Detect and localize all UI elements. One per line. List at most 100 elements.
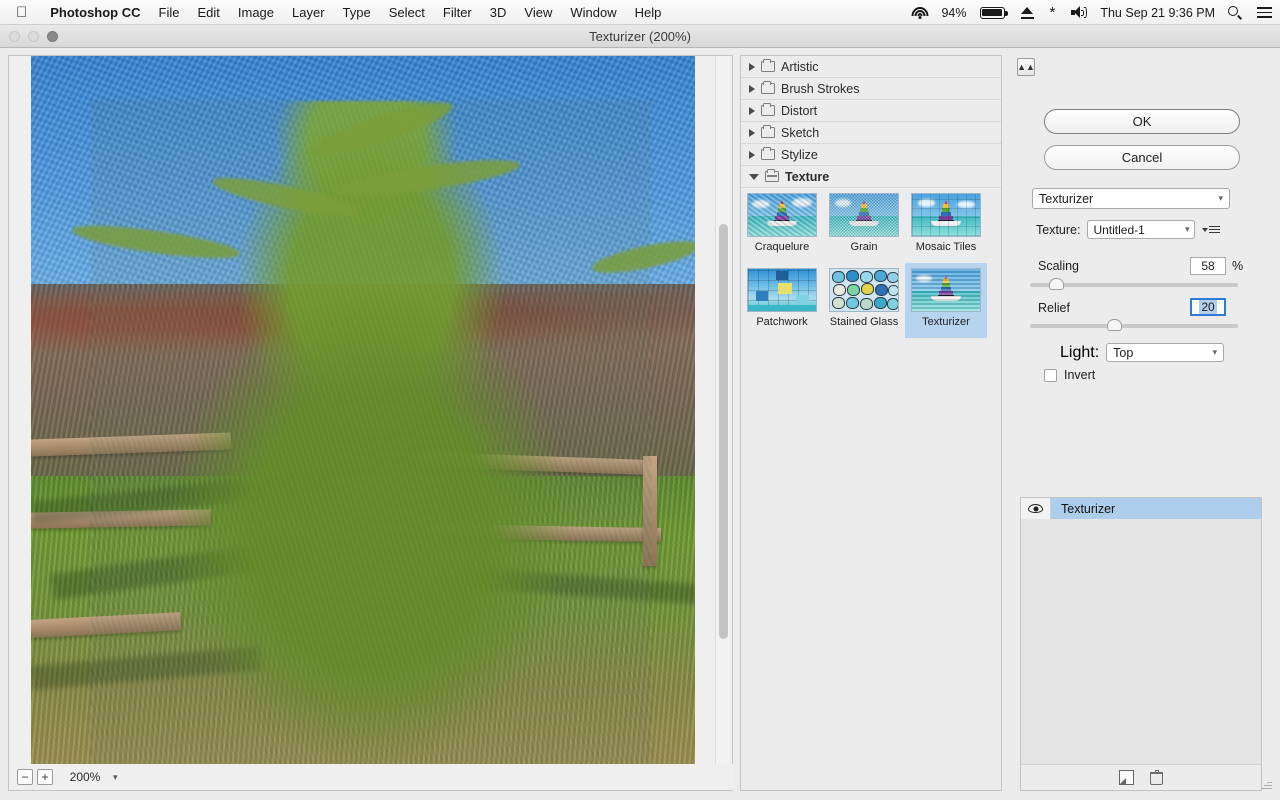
- minimize-button[interactable]: [28, 31, 39, 42]
- scaling-label: Scaling: [1038, 259, 1079, 273]
- invert-row[interactable]: Invert: [1044, 368, 1095, 382]
- folder-icon: [761, 102, 775, 116]
- chevron-right-icon[interactable]: [749, 84, 755, 93]
- filter-category-artistic[interactable]: Artistic: [741, 56, 1001, 78]
- bluetooth-icon[interactable]: *: [1042, 5, 1064, 20]
- light-dropdown[interactable]: Top ▾: [1106, 343, 1225, 362]
- chevron-right-icon[interactable]: [749, 106, 755, 115]
- filter-item-texturizer[interactable]: Texturizer: [905, 263, 987, 338]
- filter-thumbnail-grid: Craquelure Grain Mosaic Tiles Patchwork …: [741, 188, 1003, 338]
- menu-item-view[interactable]: View: [515, 5, 561, 20]
- filter-category-brush-strokes[interactable]: Brush Strokes: [741, 78, 1001, 100]
- menu-item-filter[interactable]: Filter: [434, 5, 481, 20]
- relief-slider[interactable]: [1030, 319, 1238, 333]
- visibility-eye-icon[interactable]: [1021, 498, 1051, 519]
- slider-thumb[interactable]: [1049, 278, 1065, 290]
- slider-thumb[interactable]: [1107, 319, 1123, 331]
- preview-scrollbar[interactable]: [715, 56, 730, 764]
- zoom-button[interactable]: [47, 31, 58, 42]
- new-effect-layer-icon[interactable]: [1119, 770, 1134, 785]
- window-resize-grip[interactable]: [1260, 778, 1272, 790]
- relief-label: Relief: [1038, 301, 1070, 315]
- filter-category-label: Texture: [785, 169, 830, 184]
- eject-icon[interactable]: [1013, 6, 1042, 19]
- filter-item-craquelure[interactable]: Craquelure: [741, 188, 823, 263]
- wifi-icon[interactable]: [903, 6, 936, 19]
- chevron-down-icon[interactable]: ▾: [113, 772, 118, 783]
- texture-dropdown[interactable]: Untitled-1 ▾: [1087, 220, 1196, 239]
- window-traffic-lights[interactable]: [9, 31, 58, 42]
- filter-thumbnail: [747, 193, 817, 237]
- filter-preview-image[interactable]: [31, 56, 695, 764]
- filter-category-stylize[interactable]: Stylize: [741, 144, 1001, 166]
- chevron-right-icon[interactable]: [749, 62, 755, 71]
- collapse-panel-icon[interactable]: ▲▲: [1017, 58, 1035, 76]
- filter-category-texture[interactable]: Texture: [741, 166, 1001, 188]
- filter-item-label: Texturizer: [922, 316, 970, 328]
- cancel-button[interactable]: Cancel: [1044, 145, 1240, 170]
- volume-icon[interactable]: [1063, 6, 1095, 19]
- trash-icon[interactable]: [1150, 770, 1163, 785]
- folder-open-icon: [765, 168, 779, 182]
- invert-label: Invert: [1064, 368, 1096, 382]
- notification-list-icon[interactable]: [1249, 7, 1280, 18]
- filter-item-label: Mosaic Tiles: [915, 241, 977, 253]
- battery-icon[interactable]: [972, 6, 1013, 19]
- scaling-unit-label: %: [1232, 259, 1244, 273]
- zoom-in-button[interactable]: +: [37, 769, 53, 785]
- folder-icon: [761, 124, 775, 138]
- dialog-title-bar: Texturizer (200%): [0, 25, 1280, 48]
- slider-track: [1030, 324, 1238, 328]
- preview-pine-tree: [91, 101, 651, 764]
- filter-category-sketch[interactable]: Sketch: [741, 122, 1001, 144]
- filter-category-label: Brush Strokes: [781, 81, 860, 96]
- zoom-out-button[interactable]: −: [17, 769, 33, 785]
- invert-checkbox[interactable]: [1044, 368, 1057, 382]
- apple-menu-icon[interactable]: : [0, 5, 41, 20]
- menu-item-image[interactable]: Image: [229, 5, 283, 20]
- effect-layer-name[interactable]: Texturizer: [1051, 498, 1261, 519]
- menu-item-3d[interactable]: 3D: [481, 5, 516, 20]
- clock-label[interactable]: Thu Sep 21 9:36 PM: [1095, 6, 1220, 20]
- relief-value: 20: [1199, 300, 1217, 314]
- menu-item-window[interactable]: Window: [561, 5, 625, 20]
- texturizer-dialog-window: Texturizer (200%) − + 200% ▾ Artistic Br…: [0, 25, 1280, 800]
- filter-item-grain[interactable]: Grain: [823, 188, 905, 263]
- scaling-input[interactable]: 58: [1190, 257, 1226, 275]
- menu-bar-status-tray: 94% * Thu Sep 21 9:36 PM: [903, 0, 1280, 25]
- filter-preset-dropdown[interactable]: Texturizer ▾: [1032, 188, 1230, 209]
- filter-item-patchwork[interactable]: Patchwork: [741, 263, 823, 338]
- filter-category-distort[interactable]: Distort: [741, 100, 1001, 122]
- preview-scrollbar-thumb[interactable]: [719, 224, 728, 639]
- menu-item-type[interactable]: Type: [334, 5, 380, 20]
- mac-menu-bar:  Photoshop CC File Edit Image Layer Typ…: [0, 0, 1280, 25]
- filter-item-stained-glass[interactable]: Stained Glass: [823, 263, 905, 338]
- texture-value: Untitled-1: [1093, 222, 1145, 237]
- menu-item-file[interactable]: File: [150, 5, 189, 20]
- folder-icon: [761, 146, 775, 160]
- close-button[interactable]: [9, 31, 20, 42]
- options-menu-icon[interactable]: [1202, 225, 1221, 234]
- filter-preset-value: Texturizer: [1039, 191, 1094, 206]
- scaling-slider[interactable]: [1030, 278, 1238, 292]
- dialog-body: − + 200% ▾ Artistic Brush Strokes Distor: [0, 49, 1280, 800]
- filter-item-mosaic-tiles[interactable]: Mosaic Tiles: [905, 188, 987, 263]
- menu-item-layer[interactable]: Layer: [283, 5, 334, 20]
- search-icon[interactable]: [1220, 6, 1249, 19]
- menu-app-name[interactable]: Photoshop CC: [41, 5, 149, 20]
- ok-button[interactable]: OK: [1044, 109, 1240, 134]
- light-row: Light: Top ▾: [1060, 343, 1225, 362]
- relief-input[interactable]: 20: [1190, 298, 1226, 316]
- filter-category-label: Sketch: [781, 125, 820, 140]
- folder-icon: [761, 58, 775, 72]
- effect-layer-row[interactable]: Texturizer: [1021, 498, 1261, 519]
- chevron-right-icon[interactable]: [749, 150, 755, 159]
- menu-item-select[interactable]: Select: [380, 5, 434, 20]
- filter-item-label: Stained Glass: [829, 316, 899, 328]
- chevron-right-icon[interactable]: [749, 128, 755, 137]
- filter-item-label: Patchwork: [756, 316, 808, 328]
- menu-item-edit[interactable]: Edit: [188, 5, 228, 20]
- zoom-control-bar: − + 200% ▾: [9, 764, 734, 790]
- menu-item-help[interactable]: Help: [626, 5, 671, 20]
- chevron-down-icon[interactable]: [749, 173, 759, 180]
